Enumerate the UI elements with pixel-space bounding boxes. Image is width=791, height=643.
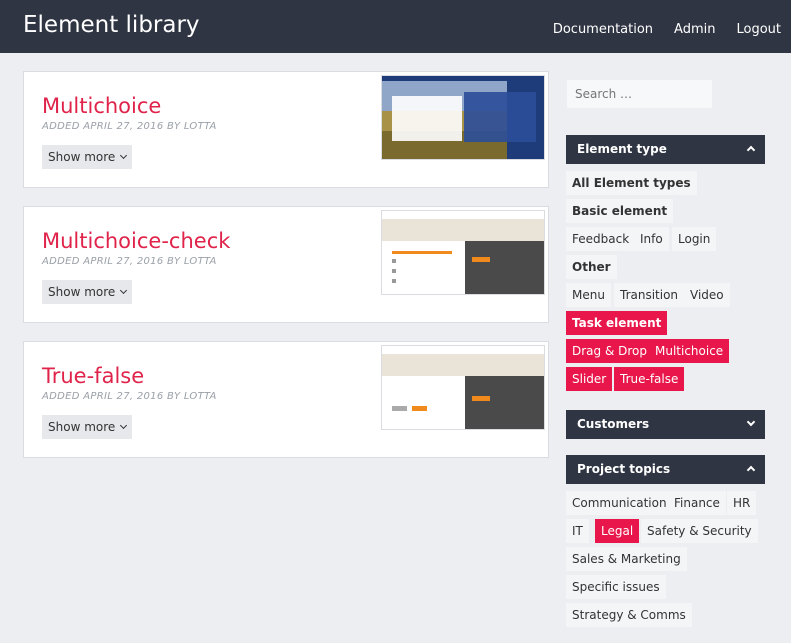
card-thumbnail[interactable] — [381, 210, 545, 295]
element-type-header[interactable]: Element type — [566, 135, 765, 164]
card-meta: ADDED APRIL 27, 2016 BY LOTTA — [42, 256, 217, 267]
tag-menu[interactable]: Menu — [566, 283, 611, 307]
tag-info[interactable]: Info — [634, 227, 669, 251]
tag-legal[interactable]: Legal — [595, 519, 640, 543]
tag-communication[interactable]: Communication — [566, 491, 673, 515]
card-title[interactable]: Multichoice — [42, 94, 161, 118]
tag-slider[interactable]: Slider — [566, 367, 613, 391]
element-card: Multichoice ADDED APRIL 27, 2016 BY LOTT… — [23, 71, 549, 188]
show-more-button[interactable]: Show more — [42, 415, 133, 439]
nav-admin[interactable]: Admin — [674, 22, 715, 37]
card-title[interactable]: True-false — [42, 364, 144, 388]
chevron-up-icon — [746, 465, 756, 475]
panel-title: Customers — [577, 417, 650, 431]
site-title[interactable]: Element library — [23, 12, 200, 38]
tag-sales-marketing[interactable]: Sales & Marketing — [566, 547, 687, 571]
chevron-down-icon — [120, 286, 128, 295]
tag-task-element[interactable]: Task element — [566, 311, 668, 335]
top-nav: Documentation Admin Logout — [553, 22, 781, 37]
tag-true-false[interactable]: True-false — [614, 367, 685, 391]
show-more-button[interactable]: Show more — [42, 280, 133, 304]
tag-hr[interactable]: HR — [727, 491, 757, 515]
card-meta: ADDED APRIL 27, 2016 BY LOTTA — [42, 121, 217, 132]
chevron-down-icon — [746, 417, 756, 427]
element-card: Multichoice-check ADDED APRIL 27, 2016 B… — [23, 206, 549, 323]
show-more-button[interactable]: Show more — [42, 145, 133, 169]
tag-transition[interactable]: Transition — [614, 283, 685, 307]
card-title[interactable]: Multichoice-check — [42, 229, 230, 253]
tag-feedback[interactable]: Feedback — [566, 227, 636, 251]
chevron-down-icon — [120, 421, 128, 430]
tag-login[interactable]: Login — [672, 227, 717, 251]
tag-specific-issues[interactable]: Specific issues — [566, 575, 666, 599]
tag-finance[interactable]: Finance — [668, 491, 726, 515]
tag-all-element-types[interactable]: All Element types — [566, 171, 697, 195]
tag-strategy-comms[interactable]: Strategy & Comms — [566, 603, 692, 627]
chevron-up-icon — [746, 145, 756, 155]
show-more-label: Show more — [48, 150, 116, 164]
element-card: True-false ADDED APRIL 27, 2016 BY LOTTA… — [23, 341, 549, 458]
show-more-label: Show more — [48, 285, 116, 299]
top-bar: Element library Documentation Admin Logo… — [0, 0, 791, 53]
panel-title: Element type — [577, 142, 667, 156]
tag-safety-security[interactable]: Safety & Security — [641, 519, 758, 543]
show-more-label: Show more — [48, 420, 116, 434]
nav-logout[interactable]: Logout — [736, 22, 781, 37]
customers-header[interactable]: Customers — [566, 410, 765, 439]
tag-other[interactable]: Other — [566, 255, 617, 279]
panel-title: Project topics — [577, 462, 671, 476]
tag-drag-drop[interactable]: Drag & Drop — [566, 339, 653, 363]
card-thumbnail[interactable] — [381, 75, 545, 160]
card-meta: ADDED APRIL 27, 2016 BY LOTTA — [42, 391, 217, 402]
card-thumbnail[interactable] — [381, 345, 545, 430]
nav-documentation[interactable]: Documentation — [553, 22, 653, 37]
tag-multichoice[interactable]: Multichoice — [649, 339, 730, 363]
project-topics-header[interactable]: Project topics — [566, 455, 765, 484]
search-input[interactable] — [566, 79, 713, 109]
chevron-down-icon — [120, 151, 128, 160]
tag-video[interactable]: Video — [684, 283, 730, 307]
tag-basic-element[interactable]: Basic element — [566, 199, 674, 223]
tag-it[interactable]: IT — [566, 519, 589, 543]
